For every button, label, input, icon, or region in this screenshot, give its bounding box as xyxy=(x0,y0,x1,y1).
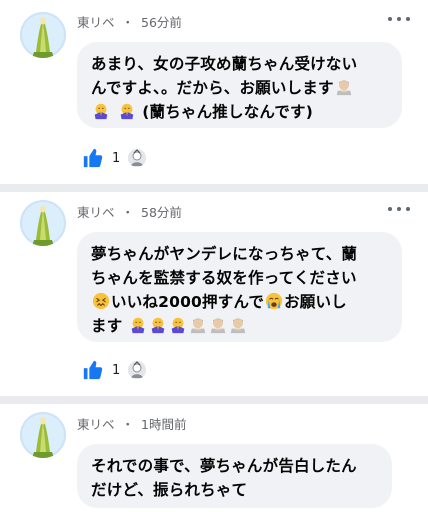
folded-hands-emoji xyxy=(149,316,167,334)
confounded-face-emoji xyxy=(92,292,110,310)
comment-line: 夢ちゃんがヤンデレになっちゃて、蘭 xyxy=(91,245,358,263)
thumbs-up-icon[interactable] xyxy=(82,359,104,381)
comment-line-3: いいね2000押すんで お願いし xyxy=(91,290,388,314)
thumbs-up-icon[interactable] xyxy=(82,147,104,169)
avatar[interactable] xyxy=(20,200,66,246)
like-count[interactable]: 1 xyxy=(112,151,120,166)
author-name[interactable]: 東リベ xyxy=(77,417,115,432)
folded-hands-emoji xyxy=(129,316,147,334)
reactions-bar: 1 xyxy=(82,147,147,169)
comment-bubble: 夢ちゃんがヤンデレになっちゃて、蘭 ちゃんを監禁する奴を作ってください いいね2… xyxy=(77,232,402,342)
comment-line-4: ます xyxy=(91,314,388,338)
comment-line-2: んですよ、。だから、お願いします xyxy=(91,76,388,100)
folded-hands-emoji xyxy=(118,102,136,120)
comment-meta: 東リベ・ 58分前 xyxy=(77,202,182,221)
comment-meta: 東リベ・ 1時間前 xyxy=(77,414,186,433)
comment-1: 東リベ・ 56分前 あまり、女の子攻め蘭ちゃん受けない んですよ、。だから、お願い… xyxy=(0,0,428,186)
comment-line-2: だけど、振られちゃて xyxy=(91,481,248,499)
comment-time[interactable]: 1時間前 xyxy=(141,417,186,432)
bowing-person-emoji xyxy=(189,316,207,334)
author-name[interactable]: 東リベ xyxy=(77,205,115,220)
comment-2: 東リベ・ 58分前 夢ちゃんがヤンデレになっちゃて、蘭 ちゃんを監禁する奴を作って… xyxy=(0,192,428,400)
reactions-bar: 1 xyxy=(82,359,147,381)
bowing-person-emoji xyxy=(335,78,353,96)
more-options-icon[interactable] xyxy=(388,11,410,27)
comment-3: 東リベ・ 1時間前 それでの事で、夢ちゃんが告白したん だけど、振られちゃて xyxy=(0,404,428,512)
comment-line: あまり、女の子攻め蘭ちゃん受けない xyxy=(91,55,358,73)
comment-line-2: ちゃんを監禁する奴を作ってください xyxy=(91,269,357,287)
reactor-avatar[interactable] xyxy=(128,149,147,167)
comment-divider xyxy=(0,184,428,192)
comment-line: それでの事で、夢ちゃんが告白したん xyxy=(91,457,357,475)
comment-line-3: (蘭ちゃん推しなんです) xyxy=(91,100,388,124)
meta-separator: ・ xyxy=(121,417,135,432)
avatar[interactable] xyxy=(20,12,66,58)
bowing-person-emoji xyxy=(229,316,247,334)
comment-time[interactable]: 56分前 xyxy=(141,15,182,30)
comment-bubble: あまり、女の子攻め蘭ちゃん受けない んですよ、。だから、お願いします (蘭ちゃん… xyxy=(77,42,402,128)
folded-hands-emoji xyxy=(169,316,187,334)
meta-separator: ・ xyxy=(121,205,135,220)
comment-divider xyxy=(0,396,428,404)
author-name[interactable]: 東リベ xyxy=(77,15,115,30)
meta-separator: ・ xyxy=(121,15,135,30)
like-count[interactable]: 1 xyxy=(112,363,120,378)
comment-bubble: それでの事で、夢ちゃんが告白したん だけど、振られちゃて xyxy=(77,444,392,508)
reactor-avatar[interactable] xyxy=(128,361,147,379)
comment-time[interactable]: 58分前 xyxy=(141,205,182,220)
bowing-person-emoji xyxy=(209,316,227,334)
avatar[interactable] xyxy=(20,412,66,458)
crying-face-emoji xyxy=(265,292,283,310)
folded-hands-emoji xyxy=(92,102,110,120)
comment-meta: 東リベ・ 56分前 xyxy=(77,12,182,31)
more-options-icon[interactable] xyxy=(388,201,410,217)
